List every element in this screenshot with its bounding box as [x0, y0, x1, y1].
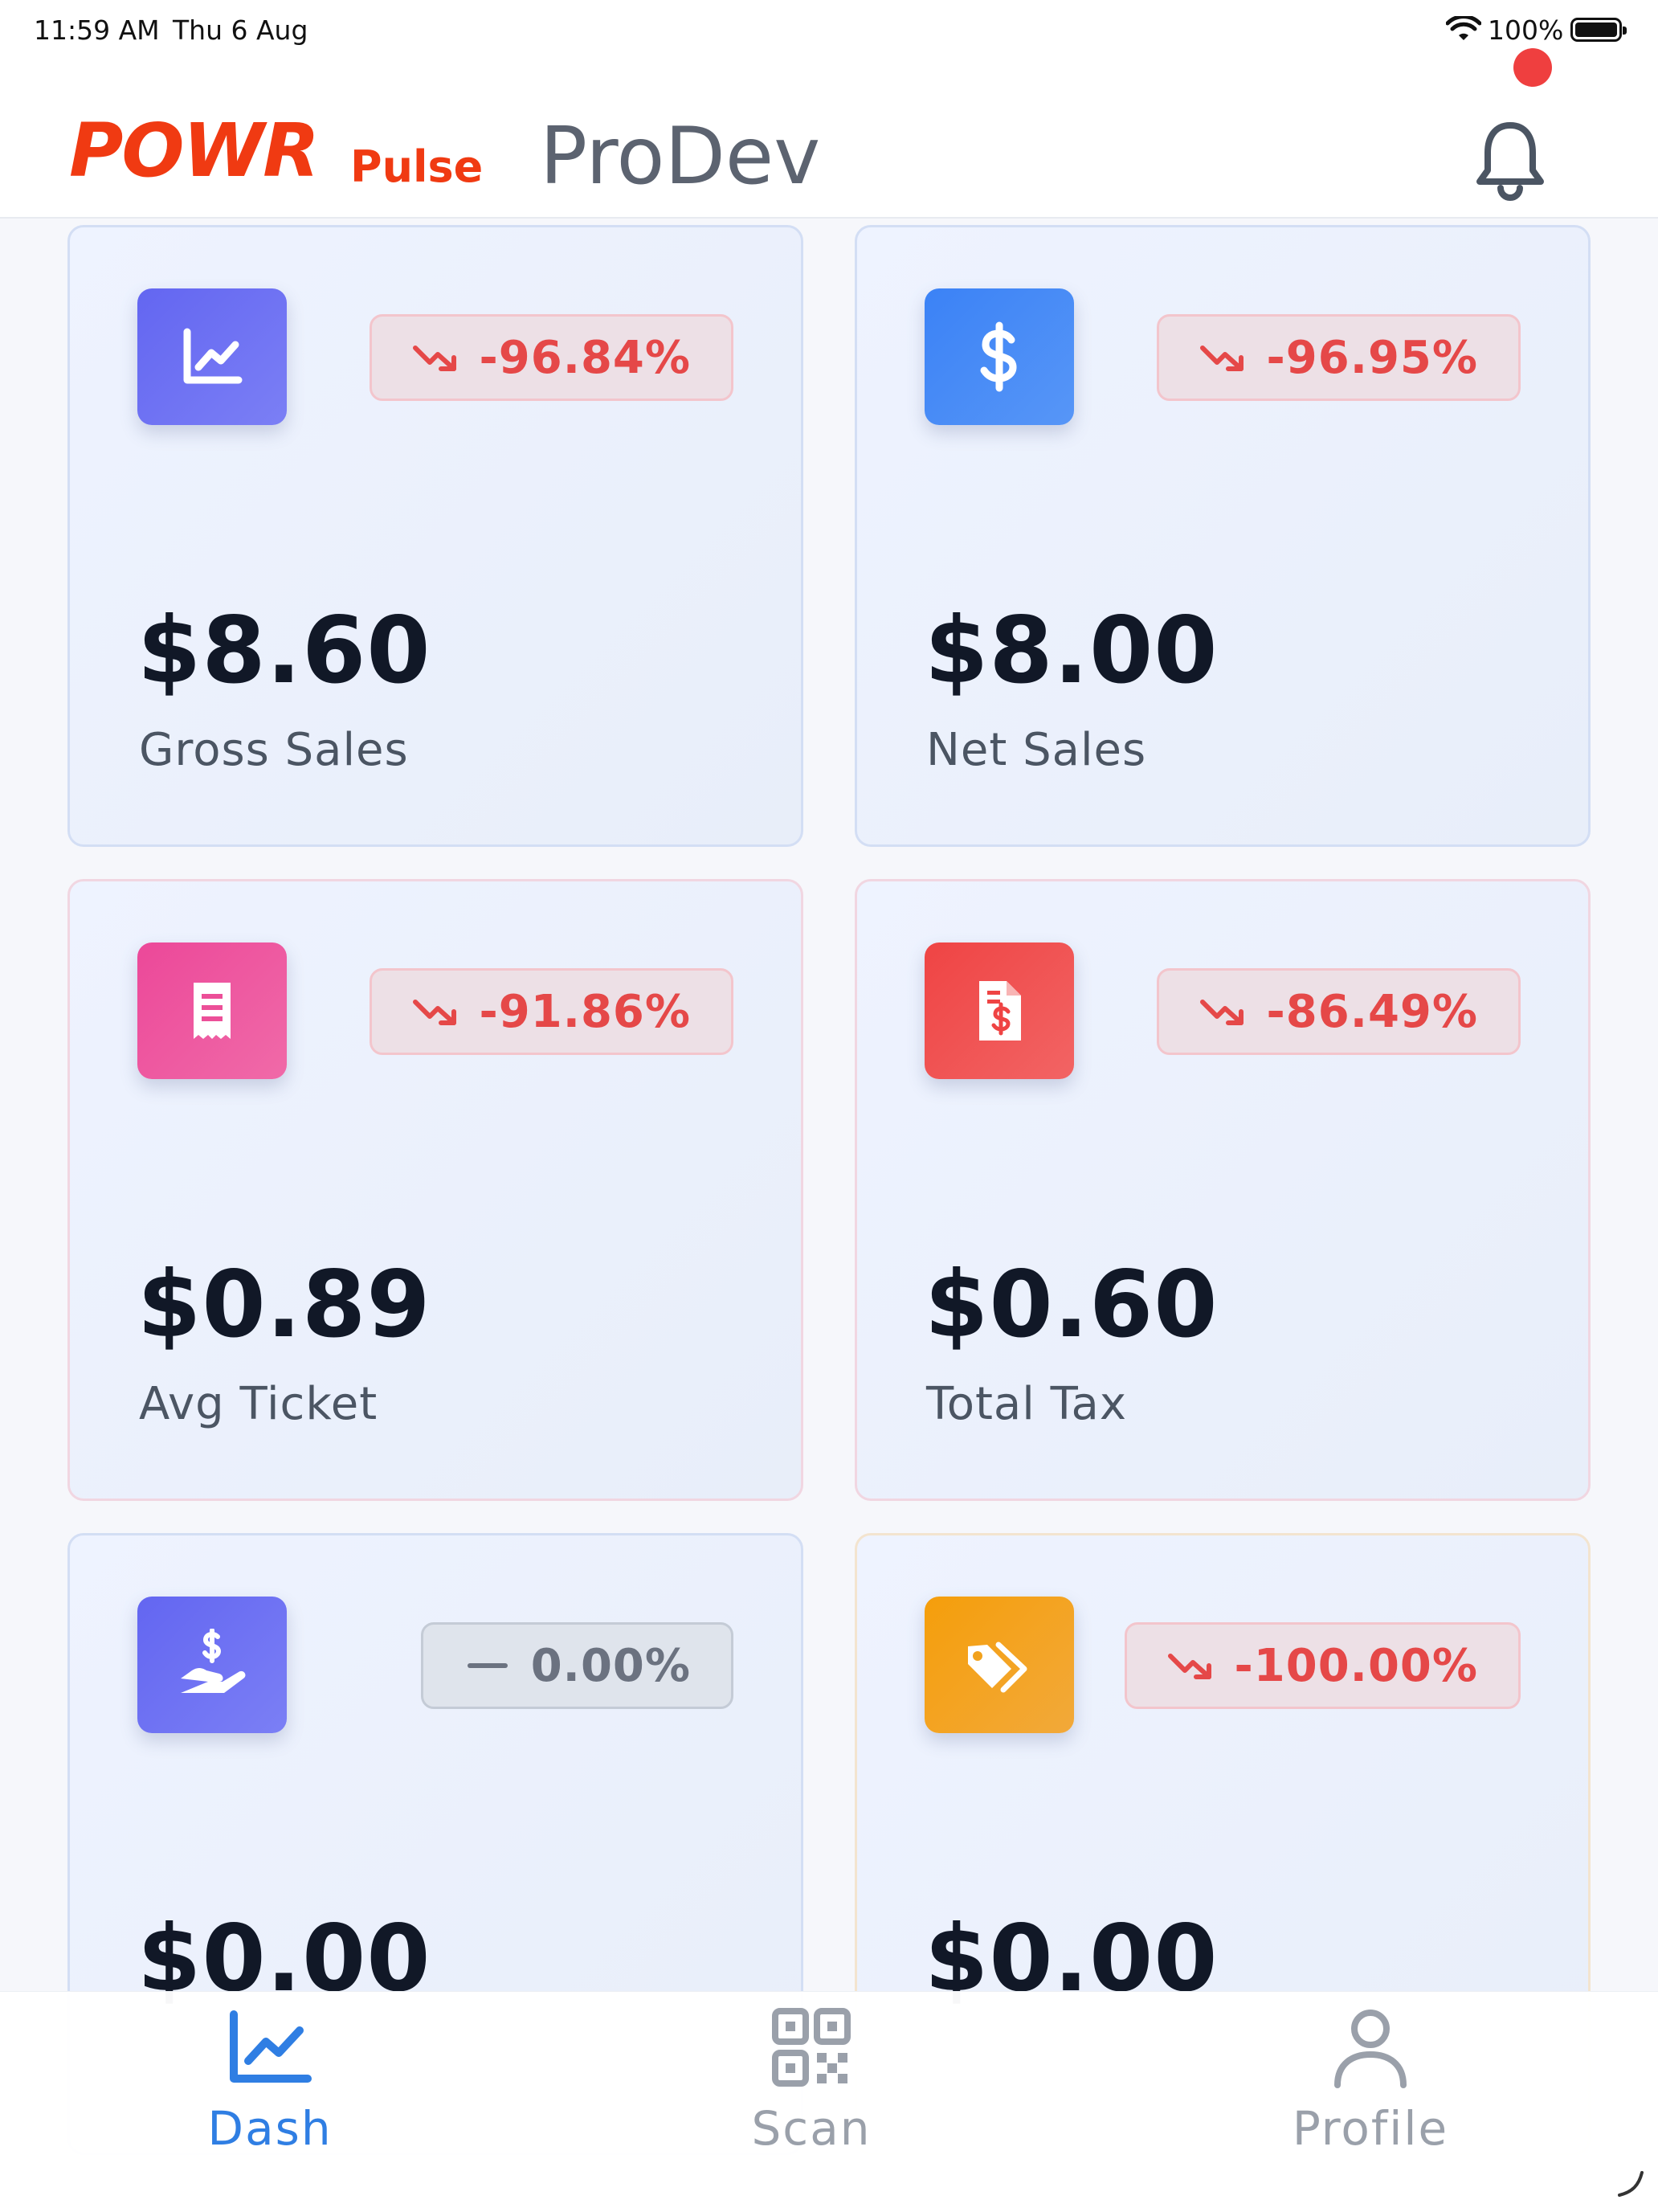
status-bar: 11:59 AM Thu 6 Aug 100%	[0, 0, 1658, 61]
logo-subtitle: Pulse	[350, 141, 484, 192]
trend-down-icon	[1167, 1654, 1211, 1679]
tab-label: Scan	[751, 2101, 872, 2156]
change-value: -96.84%	[479, 331, 691, 384]
tab-label: Dash	[207, 2101, 333, 2156]
trend-flat-icon	[467, 1663, 508, 1668]
metric-value: $0.89	[137, 1251, 431, 1358]
metric-value: $8.00	[925, 597, 1219, 704]
metric-label: Total Tax	[926, 1378, 1127, 1430]
tab-scan[interactable]: Scan	[691, 1992, 932, 2185]
metric-card-avg-ticket[interactable]: -91.86% $0.89 Avg Ticket	[67, 879, 803, 1501]
tab-dash[interactable]: Dash	[149, 1992, 390, 2185]
change-value: 0.00%	[530, 1639, 691, 1692]
metric-value: $8.60	[137, 597, 431, 704]
change-badge: -96.84%	[369, 314, 733, 401]
change-value: -86.49%	[1266, 985, 1478, 1038]
wifi-icon	[1446, 16, 1481, 40]
trend-down-icon	[412, 1000, 456, 1025]
notification-badge	[1513, 48, 1552, 87]
status-time: 11:59 AM	[34, 14, 160, 46]
metric-value: $0.60	[925, 1251, 1219, 1358]
bottom-tab-bar: Dash Scan Profile	[0, 1991, 1658, 2212]
user-icon	[1334, 2010, 1407, 2088]
metric-label: Net Sales	[926, 724, 1147, 776]
metric-card-net-sales[interactable]: -96.95% $8.00 Net Sales	[855, 225, 1591, 847]
tab-profile[interactable]: Profile	[1250, 1992, 1491, 2185]
tab-label: Profile	[1292, 2101, 1449, 2156]
chart-line-icon	[230, 2010, 312, 2083]
invoice-dollar-icon	[925, 942, 1074, 1079]
receipt-icon	[137, 942, 287, 1079]
trend-down-icon	[1199, 345, 1244, 371]
logo-wordmark: POWR	[69, 108, 320, 194]
battery-percentage: 100%	[1488, 14, 1564, 46]
trend-down-icon	[412, 345, 456, 371]
change-value: -100.00%	[1234, 1639, 1478, 1692]
change-value: -96.95%	[1266, 331, 1478, 384]
change-value: -91.86%	[479, 985, 691, 1038]
change-badge: -91.86%	[369, 968, 733, 1055]
trend-down-icon	[1199, 1000, 1244, 1025]
tags-icon	[925, 1597, 1074, 1733]
app-header: POWR Pulse ProDev	[0, 61, 1658, 219]
hand-dollar-icon	[137, 1597, 287, 1733]
change-badge: -86.49%	[1156, 968, 1521, 1055]
dollar-icon	[925, 288, 1074, 425]
bell-icon[interactable]	[1470, 114, 1550, 202]
metric-label: Avg Ticket	[139, 1378, 378, 1430]
change-badge: -100.00%	[1124, 1622, 1521, 1709]
resize-corner-icon	[1618, 2171, 1644, 2197]
metric-card-gross-sales[interactable]: -96.84% $8.60 Gross Sales	[67, 225, 803, 847]
change-badge: -96.95%	[1156, 314, 1521, 401]
store-name: ProDev	[540, 111, 821, 202]
chart-line-icon	[137, 288, 287, 425]
battery-icon	[1570, 18, 1627, 42]
change-badge: 0.00%	[420, 1622, 733, 1709]
metric-label: Gross Sales	[139, 724, 409, 776]
qr-code-icon	[772, 2008, 851, 2087]
metric-card-total-tax[interactable]: -86.49% $0.60 Total Tax	[855, 879, 1591, 1501]
status-date: Thu 6 Aug	[173, 14, 308, 46]
